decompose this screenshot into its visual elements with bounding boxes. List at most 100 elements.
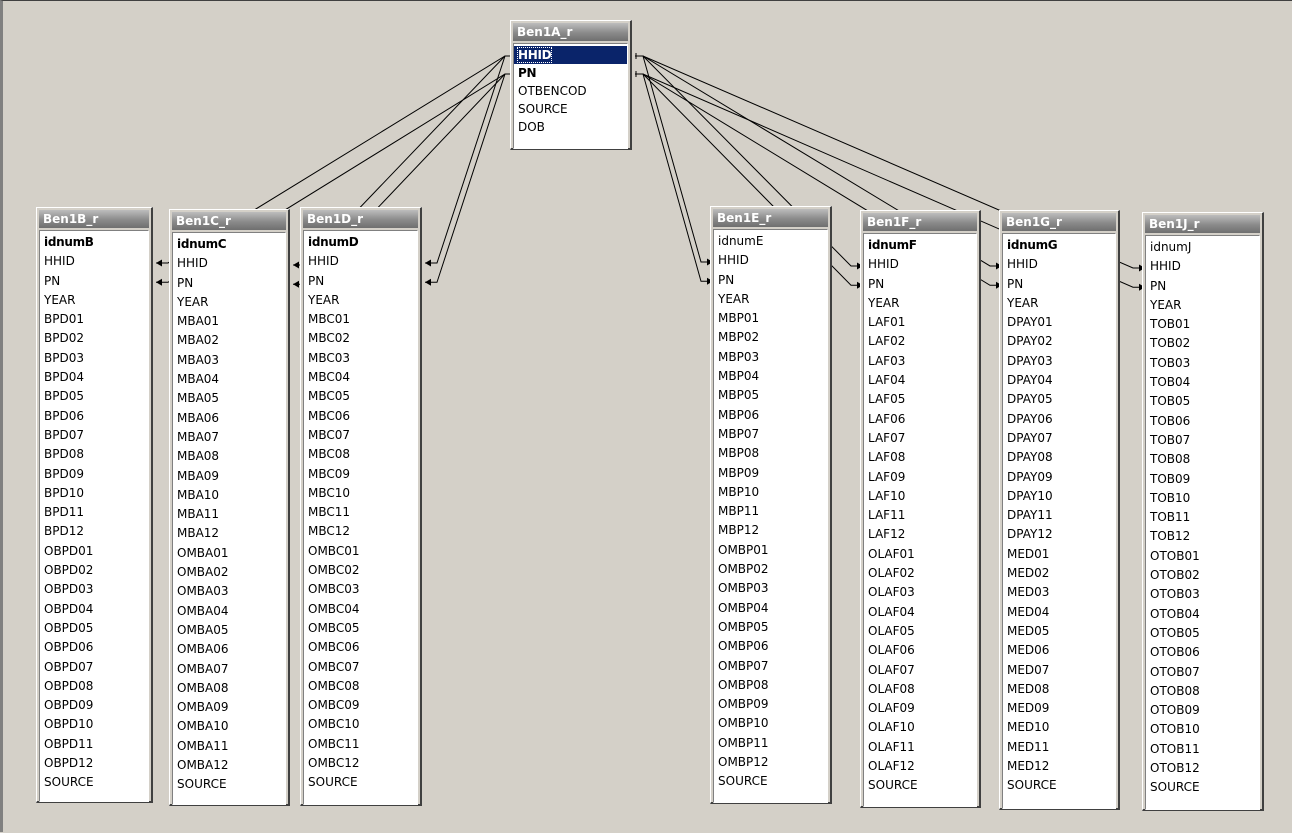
field-row[interactable]: idnumJ <box>1146 238 1259 257</box>
field-row[interactable]: MBC09 <box>304 465 417 484</box>
field-row[interactable]: OMBA07 <box>173 660 285 679</box>
field-row[interactable]: OMBC01 <box>304 542 417 561</box>
field-row[interactable]: PN <box>514 64 627 82</box>
table-title[interactable]: Ben1G_r <box>1002 213 1116 231</box>
field-row[interactable]: PN <box>304 272 417 291</box>
field-row[interactable]: MBP06 <box>714 406 827 425</box>
table-ben1b[interactable]: Ben1B_r idnumB HHID PN YEAR BPD01 BPD02 BPD03 B… <box>36 207 153 803</box>
field-row[interactable]: OBPD07 <box>40 658 148 677</box>
field-row[interactable]: OTOB04 <box>1146 605 1259 624</box>
field-row[interactable]: MED02 <box>1003 564 1115 583</box>
field-row[interactable]: MBA01 <box>173 312 285 331</box>
field-row[interactable]: OMBA11 <box>173 737 285 756</box>
field-row[interactable]: idnumF <box>864 236 976 255</box>
field-row[interactable]: DPAY03 <box>1003 352 1115 371</box>
field-row[interactable]: DPAY06 <box>1003 410 1115 429</box>
field-row[interactable]: BPD01 <box>40 310 148 329</box>
field-row[interactable]: YEAR <box>714 290 827 309</box>
field-row[interactable]: OMBA03 <box>173 582 285 601</box>
table-title[interactable]: Ben1D_r <box>303 210 418 228</box>
field-row[interactable]: YEAR <box>304 291 417 310</box>
field-row[interactable]: OBPD11 <box>40 735 148 754</box>
field-row[interactable]: PN <box>40 272 148 291</box>
field-row[interactable]: MBC11 <box>304 503 417 522</box>
table-title[interactable]: Ben1F_r <box>863 213 977 231</box>
field-row[interactable]: PN <box>1003 275 1115 294</box>
field-row[interactable]: SOURCE <box>173 775 285 794</box>
field-row[interactable]: YEAR <box>1146 296 1259 315</box>
field-row[interactable]: MED10 <box>1003 718 1115 737</box>
field-row[interactable]: LAF03 <box>864 352 976 371</box>
field-row[interactable]: BPD10 <box>40 484 148 503</box>
field-row[interactable]: OLAF09 <box>864 699 976 718</box>
field-row[interactable]: BPD05 <box>40 387 148 406</box>
field-row[interactable]: TOB12 <box>1146 527 1259 546</box>
field-row[interactable]: OMBA04 <box>173 602 285 621</box>
table-title[interactable]: Ben1E_r <box>713 209 828 227</box>
field-row[interactable]: DPAY01 <box>1003 313 1115 332</box>
field-row[interactable]: OMBP06 <box>714 637 827 656</box>
field-row[interactable]: SOURCE <box>864 776 976 795</box>
field-row[interactable]: OBPD04 <box>40 600 148 619</box>
field-row[interactable]: MBP10 <box>714 483 827 502</box>
field-row[interactable]: OMBP11 <box>714 734 827 753</box>
field-row[interactable]: OMBC04 <box>304 600 417 619</box>
field-row[interactable]: MBA09 <box>173 467 285 486</box>
field-row[interactable]: OMBC07 <box>304 658 417 677</box>
field-row[interactable]: MBC01 <box>304 310 417 329</box>
field-row[interactable]: OTOB11 <box>1146 740 1259 759</box>
table-ben1c[interactable]: Ben1C_r idnumC HHID PN YEAR MBA01 MBA02 MBA03 M… <box>169 209 290 806</box>
field-row[interactable]: DOB <box>514 118 627 136</box>
field-row[interactable]: MED05 <box>1003 622 1115 641</box>
field-row[interactable]: DPAY11 <box>1003 506 1115 525</box>
field-row[interactable]: BPD11 <box>40 503 148 522</box>
field-row[interactable]: OMBA10 <box>173 717 285 736</box>
field-row[interactable]: OTOB03 <box>1146 585 1259 604</box>
field-row[interactable]: PN <box>864 275 976 294</box>
field-row[interactable]: HHID <box>173 254 285 273</box>
field-list[interactable]: idnumG HHID PN YEAR DPAY01 DPAY02 DPAY03 DPAY04… <box>1002 233 1116 809</box>
field-row[interactable]: HHID <box>514 46 627 64</box>
field-row[interactable]: DPAY02 <box>1003 332 1115 351</box>
field-row[interactable]: LAF09 <box>864 468 976 487</box>
field-row[interactable]: OMBA09 <box>173 698 285 717</box>
field-row[interactable]: idnumE <box>714 232 827 251</box>
field-row[interactable]: MBA12 <box>173 524 285 543</box>
field-row[interactable]: MBC12 <box>304 522 417 541</box>
relationships-canvas[interactable]: Ben1A_r HHID PN OTBENCOD SOURCE DOB Ben1B_r … <box>0 0 1292 832</box>
table-ben1e[interactable]: Ben1E_r idnumE HHID PN YEAR MBP01 MBP02 MBP03 M… <box>710 206 832 804</box>
field-row[interactable]: MBC02 <box>304 329 417 348</box>
field-list[interactable]: idnumB HHID PN YEAR BPD01 BPD02 BPD03 BPD04 BPD0… <box>39 230 149 802</box>
field-row[interactable]: TOB08 <box>1146 450 1259 469</box>
field-row[interactable]: BPD09 <box>40 465 148 484</box>
field-row[interactable]: MBC03 <box>304 349 417 368</box>
field-row[interactable]: MBC07 <box>304 426 417 445</box>
field-list[interactable]: idnumE HHID PN YEAR MBP01 MBP02 MBP03 MBP04 MBP0… <box>713 229 828 803</box>
field-row[interactable]: OTOB07 <box>1146 663 1259 682</box>
table-title[interactable]: Ben1J_r <box>1145 215 1260 233</box>
field-list[interactable]: idnumF HHID PN YEAR LAF01 LAF02 LAF03 LAF04 LAF0… <box>863 233 977 807</box>
field-row[interactable]: MBA03 <box>173 351 285 370</box>
field-row[interactable]: OMBA12 <box>173 756 285 775</box>
field-row[interactable]: OBPD05 <box>40 619 148 638</box>
table-title[interactable]: Ben1B_r <box>39 210 149 228</box>
field-row[interactable]: OMBP07 <box>714 657 827 676</box>
field-row[interactable]: idnumG <box>1003 236 1115 255</box>
field-row[interactable]: OMBC05 <box>304 619 417 638</box>
field-row[interactable]: LAF11 <box>864 506 976 525</box>
field-row[interactable]: MBA04 <box>173 370 285 389</box>
field-row[interactable]: TOB05 <box>1146 392 1259 411</box>
field-row[interactable]: SOURCE <box>1146 778 1259 797</box>
field-row[interactable]: BPD04 <box>40 368 148 387</box>
field-row[interactable]: OMBA05 <box>173 621 285 640</box>
field-row[interactable]: OBPD02 <box>40 561 148 580</box>
field-row[interactable]: OMBP10 <box>714 714 827 733</box>
field-row[interactable]: OTBENCOD <box>514 82 627 100</box>
field-row[interactable]: HHID <box>714 251 827 270</box>
field-row[interactable]: MED09 <box>1003 699 1115 718</box>
field-row[interactable]: HHID <box>1003 255 1115 274</box>
field-row[interactable]: OLAF08 <box>864 680 976 699</box>
field-row[interactable]: BPD03 <box>40 349 148 368</box>
field-row[interactable]: MBA10 <box>173 486 285 505</box>
field-row[interactable]: DPAY05 <box>1003 390 1115 409</box>
